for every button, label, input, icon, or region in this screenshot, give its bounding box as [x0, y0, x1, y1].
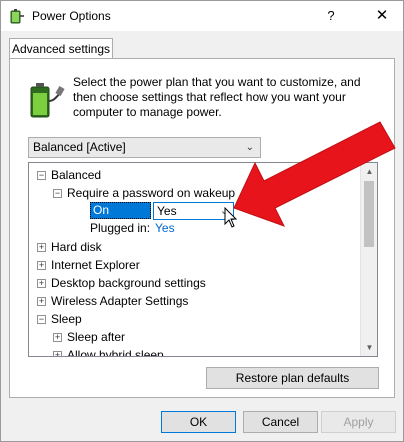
- cancel-button[interactable]: Cancel: [243, 411, 318, 433]
- collapse-icon[interactable]: −: [37, 315, 46, 324]
- on-battery-value: Yes: [157, 204, 177, 218]
- expand-icon[interactable]: +: [37, 279, 46, 288]
- ok-button[interactable]: OK: [161, 411, 236, 433]
- chevron-down-icon: ⌄: [245, 142, 254, 153]
- expand-icon[interactable]: +: [37, 243, 46, 252]
- collapse-icon[interactable]: −: [53, 189, 62, 198]
- scrollbar-thumb[interactable]: [364, 181, 374, 247]
- on-battery-dropdown[interactable]: Yes ⌄: [153, 202, 234, 220]
- collapse-icon[interactable]: −: [37, 171, 46, 180]
- expand-icon[interactable]: +: [37, 261, 46, 270]
- apply-button[interactable]: Apply: [321, 411, 396, 433]
- settings-tree[interactable]: − Balanced − Require a password on wakeu…: [28, 162, 378, 357]
- tab-strip: Advanced settings: [1, 31, 403, 60]
- expand-icon[interactable]: +: [53, 351, 62, 356]
- plugged-in-value[interactable]: Yes: [155, 220, 175, 236]
- scroll-down-icon[interactable]: ▼: [361, 339, 377, 356]
- close-button[interactable]: ✕: [367, 4, 397, 28]
- tree-scrollbar[interactable]: ▲ ▼: [360, 163, 377, 356]
- plugged-in-label: Plugged in:: [90, 221, 151, 235]
- scroll-up-icon[interactable]: ▲: [361, 163, 377, 180]
- expand-icon[interactable]: +: [53, 333, 62, 342]
- power-options-icon: [10, 9, 24, 24]
- title-bar: Power Options ? ✕: [1, 1, 403, 31]
- power-plan-dropdown[interactable]: Balanced [Active] ⌄: [28, 137, 261, 158]
- expand-icon[interactable]: +: [37, 297, 46, 306]
- mouse-pointer-icon: [224, 207, 238, 228]
- power-options-window: Power Options ? ✕ Advanced settings Sele…: [0, 0, 404, 442]
- power-plan-value: Balanced [Active]: [33, 140, 126, 154]
- help-button[interactable]: ?: [318, 4, 344, 28]
- battery-plug-icon: [30, 83, 65, 118]
- plan-description: Select the power plan that you want to c…: [73, 75, 361, 119]
- on-battery-label[interactable]: On battery:: [90, 202, 151, 232]
- restore-plan-defaults-button[interactable]: Restore plan defaults: [206, 367, 379, 389]
- tab-advanced-settings[interactable]: Advanced settings: [9, 38, 113, 60]
- window-title: Power Options: [32, 9, 111, 23]
